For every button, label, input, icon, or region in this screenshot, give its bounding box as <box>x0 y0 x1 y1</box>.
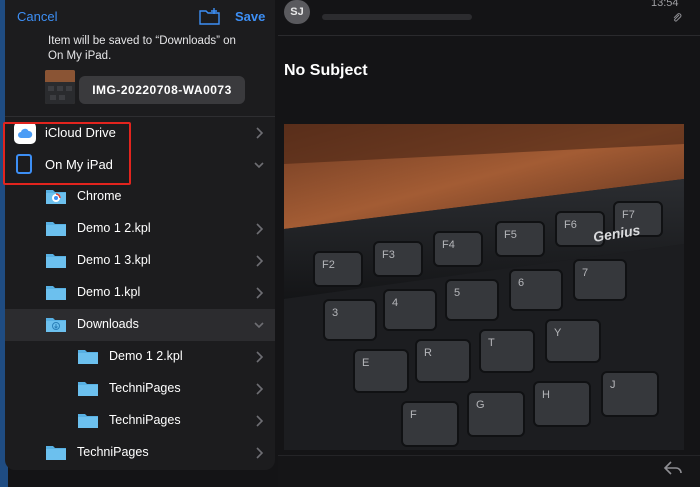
folder-label: Demo 1 3.kpl <box>77 253 151 267</box>
file-thumbnail <box>45 70 75 104</box>
chevron-right-icon[interactable] <box>254 351 264 363</box>
folder-row-technipages[interactable]: TechniPages <box>5 437 275 469</box>
save-destination-note: Item will be saved to “Downloads” on On … <box>48 34 248 64</box>
folder-row-chrome[interactable]: Chrome <box>5 181 275 213</box>
folder-icon <box>46 286 66 300</box>
sender-avatar[interactable]: SJ <box>284 0 310 24</box>
reply-icon[interactable] <box>662 459 684 477</box>
chevron-right-icon[interactable] <box>254 415 264 427</box>
keycap <box>445 279 499 321</box>
mail-subject: No Subject <box>284 62 368 79</box>
keycap-label: 4 <box>392 297 398 309</box>
chevron-right-icon[interactable] <box>254 383 264 395</box>
keycap-label: F <box>410 409 417 421</box>
keycap-label: J <box>610 379 616 391</box>
folder-row-technipages[interactable]: TechniPages <box>5 405 275 437</box>
mail-time: 13:54 <box>651 0 679 9</box>
folder-icon <box>78 350 98 364</box>
chevron-down-icon[interactable] <box>254 319 264 331</box>
keycap-label: F5 <box>504 229 517 241</box>
keycap <box>509 269 563 311</box>
keycap-label: F6 <box>564 219 577 231</box>
keycap-label: 7 <box>582 267 588 279</box>
folder-label: TechniPages <box>109 381 181 395</box>
screen: SJ 13:54 No Subject F2 F3 F4 F5 F6 F7 3 … <box>0 0 700 487</box>
folder-label: Chrome <box>77 189 122 203</box>
keycap-label: F7 <box>622 209 635 221</box>
keycap <box>383 289 437 331</box>
keycap-label: H <box>542 389 550 401</box>
folder-icon <box>46 222 66 236</box>
folder-label: TechniPages <box>77 445 149 459</box>
keycap-label: T <box>488 337 495 349</box>
attachment-icon <box>673 13 682 22</box>
keycap-label: 6 <box>518 277 524 289</box>
chevron-right-icon[interactable] <box>254 255 264 267</box>
chevron-right-icon[interactable] <box>254 223 264 235</box>
cancel-button[interactable]: Cancel <box>17 9 57 24</box>
save-button[interactable]: Save <box>235 9 265 24</box>
folder-row-demo-1-kpl[interactable]: Demo 1.kpl <box>5 277 275 309</box>
folder-row-demo-1-2-kpl[interactable]: Demo 1 2.kpl <box>5 341 275 373</box>
folder-label: Demo 1 2.kpl <box>77 221 151 235</box>
folder-row-demo-1-2-kpl[interactable]: Demo 1 2.kpl <box>5 213 275 245</box>
new-folder-icon[interactable] <box>199 7 221 25</box>
keycap-label: G <box>476 399 485 411</box>
keycap-label: 5 <box>454 287 460 299</box>
keycap-label: F2 <box>322 259 335 271</box>
keycap <box>323 299 377 341</box>
keycap-label: F4 <box>442 239 455 251</box>
folder-label: Demo 1 2.kpl <box>109 349 183 363</box>
chevron-right-icon[interactable] <box>254 287 264 299</box>
chevron-down-icon[interactable] <box>254 159 264 171</box>
location-label: iCloud Drive <box>45 125 116 140</box>
keycap-label: 3 <box>332 307 338 319</box>
keycap-label: F3 <box>382 249 395 261</box>
save-to-files-sheet: Cancel Save Item will be saved to “Downl… <box>5 0 275 470</box>
location-label: On My iPad <box>45 157 113 172</box>
downloads-folder-icon <box>46 318 66 332</box>
folder-icon <box>78 382 98 396</box>
folder-label: TechniPages <box>109 413 181 427</box>
attached-photo[interactable]: F2 F3 F4 F5 F6 F7 3 4 5 6 7 E R T Y F G H J Genius <box>284 124 684 450</box>
folder-label: Demo 1.kpl <box>77 285 141 299</box>
chevron-right-icon[interactable] <box>254 127 264 139</box>
keyboard-photo: F2F3F4F5F6F734567ERTYFGHJGenius <box>284 124 684 450</box>
save-note-line-1: Item will be saved to “Downloads” on <box>48 35 236 47</box>
save-note-line-2: On My iPad. <box>48 50 112 62</box>
location-on-my-ipad[interactable]: On My iPad <box>5 149 275 181</box>
filename-field[interactable]: IMG-20220708-WA0073 <box>79 76 245 104</box>
keycap-label: R <box>424 347 432 359</box>
ipad-icon <box>16 154 32 174</box>
folder-icon <box>78 414 98 428</box>
folder-row-downloads[interactable]: Downloads <box>5 309 275 341</box>
sender-name-blurred <box>322 14 472 20</box>
location-icloud-drive[interactable]: iCloud Drive <box>5 117 275 149</box>
keycap-label: E <box>362 357 369 369</box>
folder-icon <box>46 446 66 460</box>
icloud-icon <box>14 122 36 144</box>
keycap <box>573 259 627 301</box>
chrome-folder-icon <box>46 190 66 204</box>
chevron-right-icon[interactable] <box>254 447 264 459</box>
folder-label: Downloads <box>77 317 139 331</box>
mail-toolbar <box>278 455 700 487</box>
keycap-label: Y <box>554 327 562 339</box>
folder-icon <box>46 254 66 268</box>
folder-row-technipages[interactable]: TechniPages <box>5 373 275 405</box>
folder-row-demo-1-3-kpl[interactable]: Demo 1 3.kpl <box>5 245 275 277</box>
